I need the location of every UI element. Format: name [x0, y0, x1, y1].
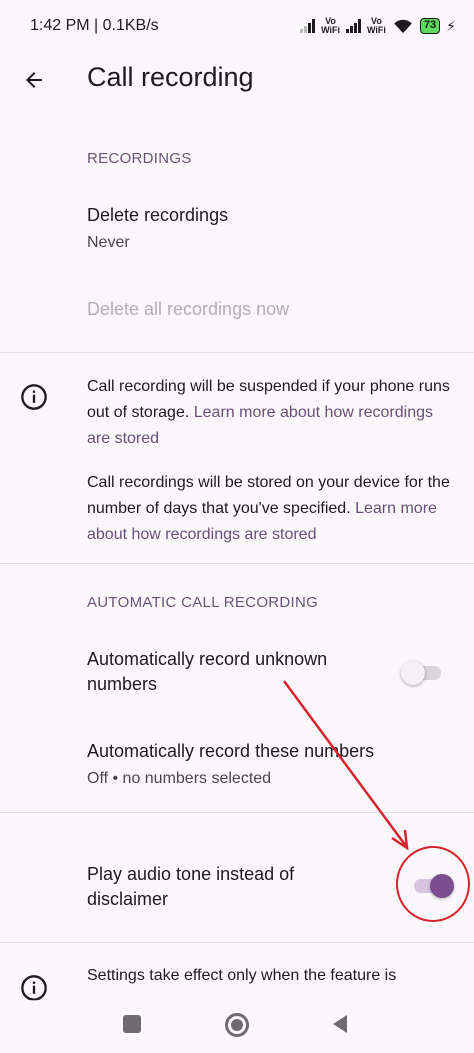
record-these-numbers-title: Automatically record these numbers	[87, 741, 375, 761]
storage-info-text: Call recording will be suspended if your…	[87, 374, 455, 452]
delete-recordings-item[interactable]: Delete recordings Never	[0, 195, 474, 265]
status-time: 1:42 PM | 0.1KB/s	[30, 17, 159, 34]
app-bar: Call recording	[0, 52, 474, 108]
battery-icon: 73	[419, 18, 441, 34]
status-icons: Vo WiFi Vo WiFi 73 ⚡	[300, 17, 456, 35]
vowifi-icon: Vo WiFi	[321, 16, 340, 35]
recents-button[interactable]	[123, 1015, 141, 1033]
status-bar: 1:42 PM | 0.1KB/s Vo WiFi Vo WiFi 73 ⚡	[0, 0, 474, 52]
divider	[0, 812, 474, 813]
divider	[0, 352, 474, 353]
info-icon	[21, 384, 47, 410]
divider	[0, 563, 474, 564]
home-button[interactable]	[225, 1013, 249, 1037]
record-unknown-numbers-item[interactable]: Automatically record unknown numbers	[0, 640, 474, 710]
audio-tone-title: Play audio tone instead of disclaimer	[87, 864, 295, 909]
wifi-icon	[394, 19, 412, 34]
record-these-numbers-item[interactable]: Automatically record these numbers Off •…	[0, 733, 474, 803]
settings-info-text: Settings take effect only when the featu…	[87, 967, 397, 984]
back-nav-button[interactable]	[331, 1014, 349, 1034]
record-unknown-numbers-switch[interactable]	[401, 659, 445, 687]
charging-icon: ⚡	[446, 17, 456, 34]
recordings-section-header: RECORDINGS	[87, 150, 192, 167]
signal-icon-2	[345, 19, 361, 33]
days-info-text: Call recordings will be stored on your d…	[87, 470, 455, 548]
automatic-section-header: AUTOMATIC CALL RECORDING	[87, 594, 319, 611]
delete-all-recordings-button[interactable]: Delete all recordings now	[87, 297, 289, 322]
signal-icon	[300, 19, 316, 33]
divider	[0, 942, 474, 943]
delete-recordings-title: Delete recordings	[87, 205, 229, 225]
home-dot-icon	[231, 1019, 243, 1031]
annotation-circle	[396, 846, 470, 922]
vowifi-icon-2: Vo WiFi	[366, 16, 386, 35]
record-unknown-numbers-title: Automatically record unknown numbers	[87, 649, 328, 694]
info-icon-2	[21, 975, 47, 1001]
back-button[interactable]	[18, 64, 50, 96]
page-title: Call recording	[87, 62, 254, 92]
delete-recordings-value: Never	[87, 234, 130, 251]
arrow-back-icon	[26, 72, 42, 88]
navigation-bar	[0, 1000, 474, 1053]
record-these-numbers-subtitle: Off • no numbers selected	[87, 770, 272, 787]
